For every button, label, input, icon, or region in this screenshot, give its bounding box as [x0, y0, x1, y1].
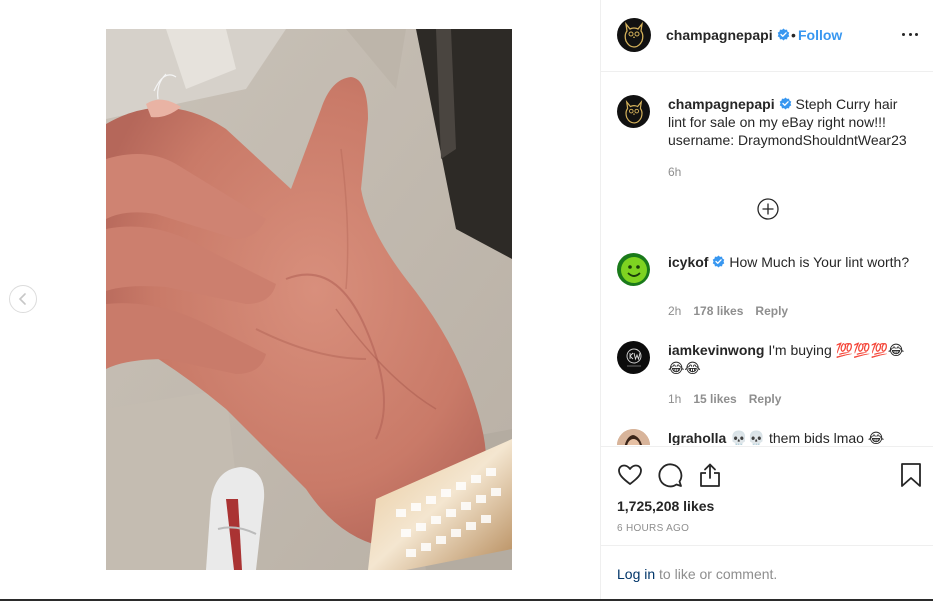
comment-meta: 2h 178 likes Reply: [668, 304, 788, 318]
login-prompt: Log in to like or comment.: [617, 566, 777, 582]
user-photo-avatar-icon: [617, 429, 650, 445]
heart-icon[interactable]: [617, 462, 643, 488]
owl-logo-icon: [624, 22, 644, 48]
post-timestamp[interactable]: 6 HOURS AGO: [617, 523, 689, 534]
kw-logo-icon: [626, 348, 641, 366]
previous-post-button[interactable]: [9, 285, 37, 313]
login-link[interactable]: Log in: [617, 566, 655, 582]
reply-button[interactable]: Reply: [755, 304, 788, 318]
verified-badge-icon: [777, 28, 789, 41]
comment-username[interactable]: champagnepapi: [668, 96, 775, 112]
hand-photo-image: [106, 29, 512, 570]
owl-logo-icon: [624, 99, 643, 124]
comments-section[interactable]: champagnepapi Steph Curry hair lint for …: [601, 73, 933, 445]
comment-time[interactable]: 2h: [668, 304, 681, 318]
post-author-username[interactable]: champagnepapi: [666, 27, 790, 43]
follow-button[interactable]: Follow: [798, 27, 842, 43]
likes-count[interactable]: 1,725,208 likes: [617, 498, 714, 514]
chevron-left-icon: [18, 293, 26, 305]
comment-username[interactable]: icykof: [668, 254, 708, 270]
avatar[interactable]: [617, 18, 651, 52]
media-pane: [0, 0, 600, 599]
comment-text: How Much is Your lint worth?: [729, 254, 910, 270]
separator-dot: •: [791, 27, 796, 43]
login-prompt-text: to like or comment.: [655, 566, 778, 582]
post-actions: 1,725,208 likes 6 HOURS AGO: [601, 446, 933, 545]
comment-text: 💀💀 them bids lmao 😂: [730, 430, 885, 445]
avatar[interactable]: [617, 429, 650, 445]
load-more-comments-icon[interactable]: [757, 198, 779, 220]
comment-body: icykof How Much is Your lint worth?: [668, 253, 918, 271]
verified-badge-icon: [779, 97, 791, 110]
comment-icon[interactable]: [657, 462, 683, 488]
comment-time[interactable]: 1h: [668, 392, 681, 406]
avatar[interactable]: [617, 253, 650, 286]
share-icon[interactable]: [697, 462, 723, 488]
comment-likes[interactable]: 178 likes: [693, 304, 743, 318]
post-details-pane: champagnepapi • Follow champagnepapi Ste…: [600, 0, 933, 599]
comment-body: lgraholla 💀💀 them bids lmao 😂: [668, 429, 918, 445]
post-header: champagnepapi • Follow: [601, 0, 933, 72]
comment-body: champagnepapi Steph Curry hair lint for …: [668, 95, 918, 149]
comment-likes[interactable]: 15 likes: [693, 392, 736, 406]
bookmark-icon[interactable]: [898, 462, 924, 488]
avatar[interactable]: [617, 341, 650, 374]
more-options-icon[interactable]: [902, 26, 918, 42]
comment-meta: 1h 15 likes Reply: [668, 392, 781, 406]
avatar[interactable]: [617, 95, 650, 128]
add-comment-section: Log in to like or comment.: [601, 545, 933, 599]
smiley-avatar-icon: [620, 256, 647, 283]
comment-time[interactable]: 6h: [668, 165, 681, 179]
verified-badge-icon: [713, 255, 725, 268]
comment-body: iamkevinwong I'm buying 💯💯💯😂😂😂: [668, 341, 918, 377]
post-photo[interactable]: [106, 29, 512, 570]
comment-username[interactable]: iamkevinwong: [668, 342, 764, 358]
reply-button[interactable]: Reply: [749, 392, 782, 406]
username-text[interactable]: champagnepapi: [666, 27, 773, 43]
comment-username[interactable]: lgraholla: [668, 430, 726, 445]
